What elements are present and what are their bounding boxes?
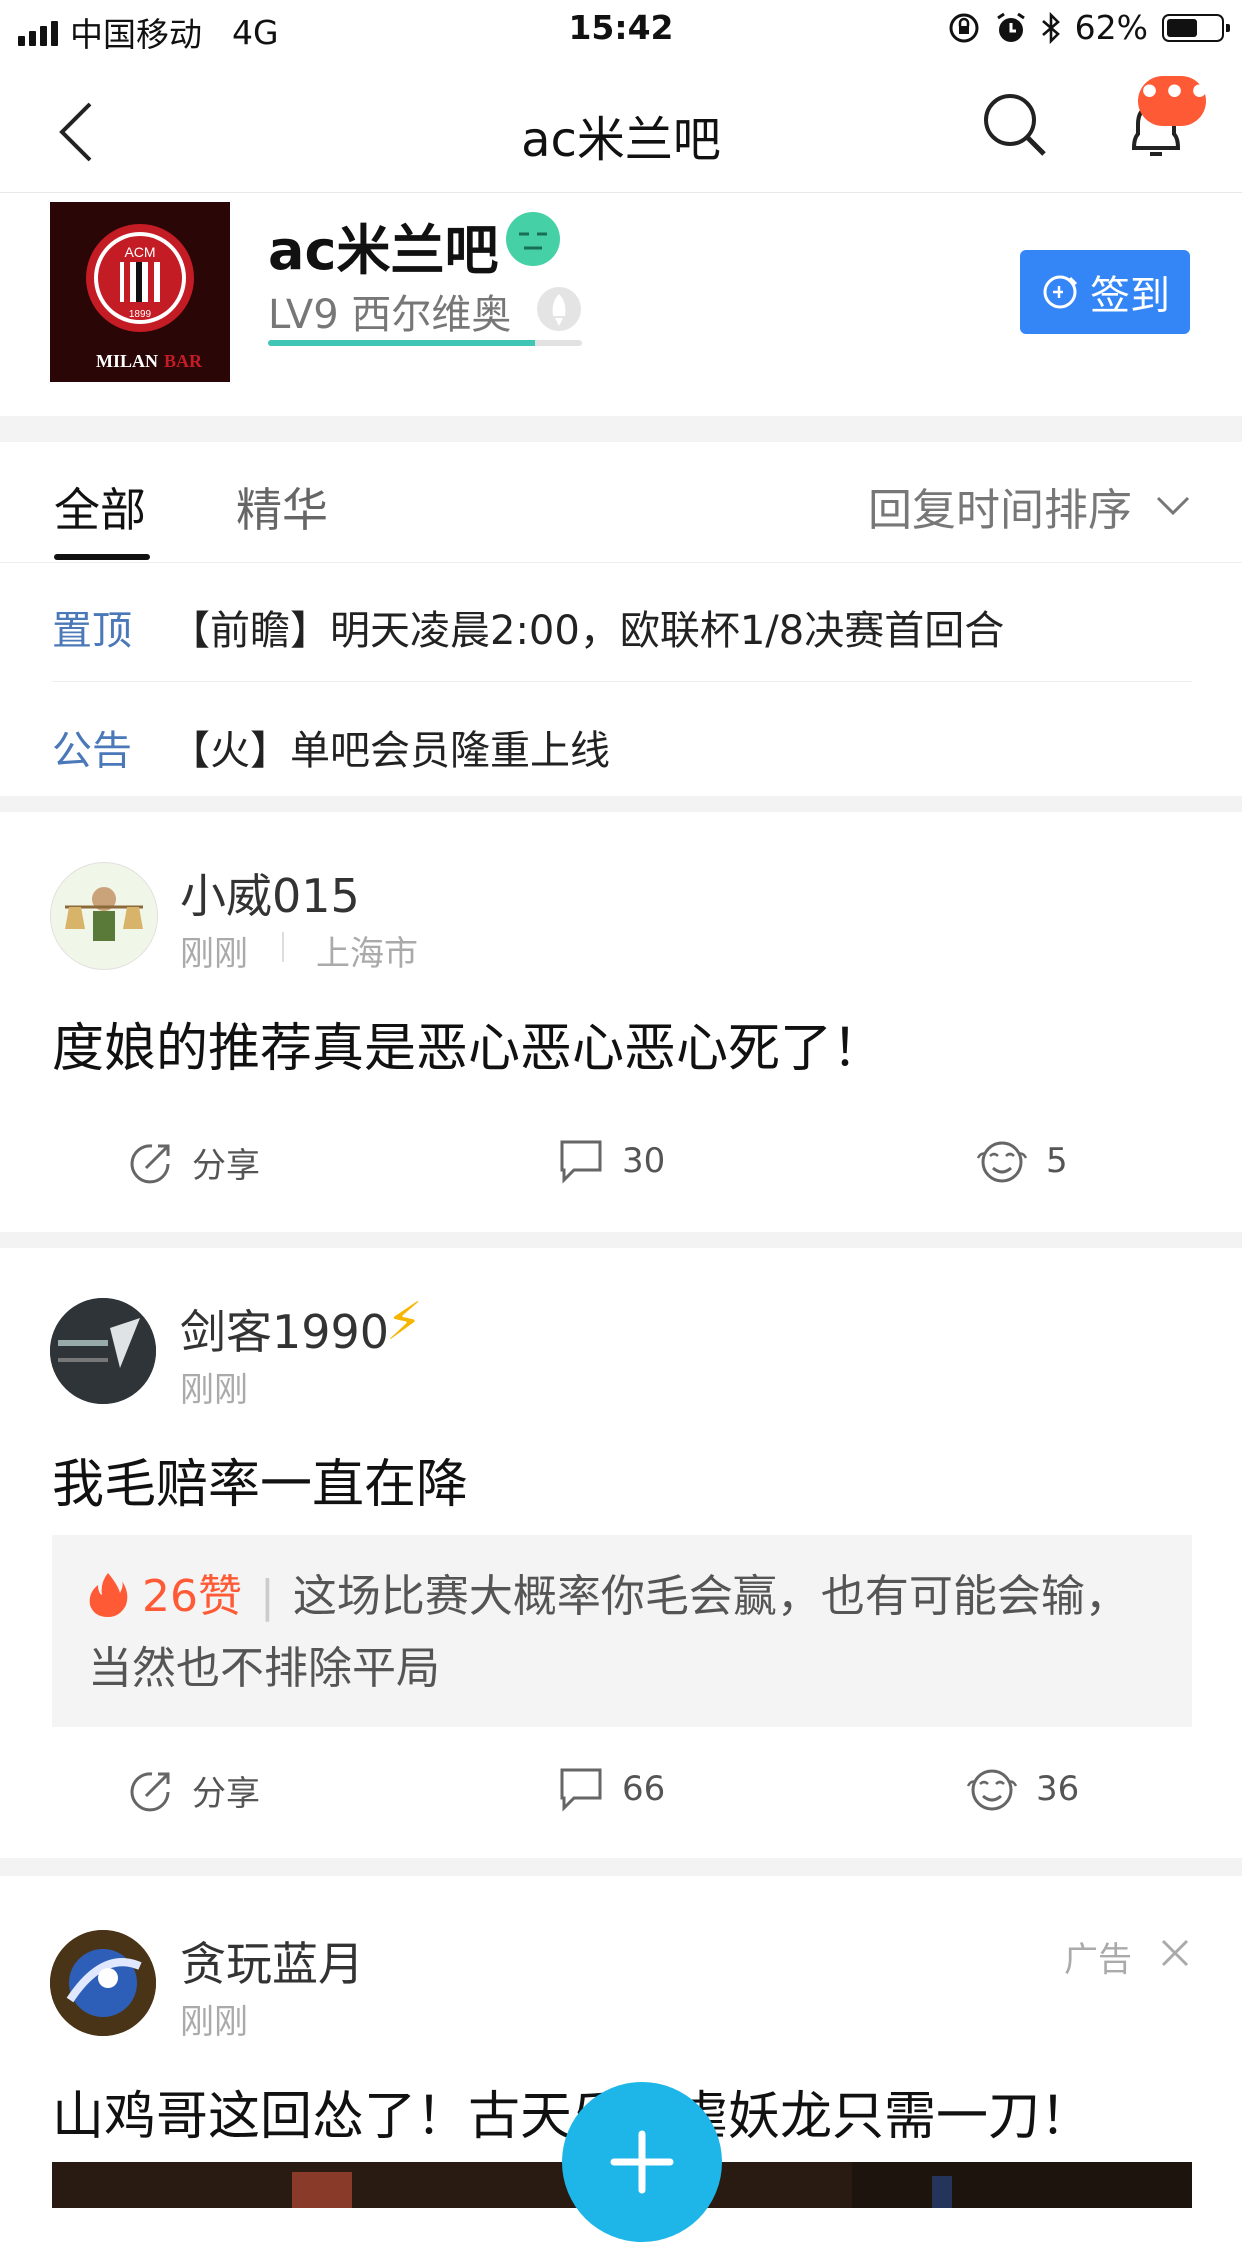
close-icon[interactable] [1160, 1938, 1190, 1968]
post-username[interactable]: 剑客1990 [180, 1296, 389, 1362]
avatar[interactable] [50, 1298, 156, 1404]
post-time: 刚刚 [180, 934, 248, 974]
share-label: 分享 [192, 1774, 260, 1814]
post-username[interactable]: 贪玩蓝月 [180, 1928, 364, 1994]
like-button[interactable]: 36 [966, 1766, 1079, 1812]
signin-icon [1043, 275, 1078, 309]
page-title: ac米兰吧 [521, 112, 721, 168]
comment-button[interactable]: 66 [558, 1766, 665, 1812]
post-time: 刚刚 [180, 2002, 248, 2042]
bluetooth-icon [1041, 11, 1060, 44]
comment-button[interactable]: 30 [558, 1138, 665, 1184]
quote-text-block: 26赞 | 这场比赛大概率你毛会赢，也有可能会输， 当然也不排除平局 [88, 1571, 1129, 1694]
rotation-lock-icon [949, 13, 979, 42]
rocket-icon [537, 287, 581, 331]
tab-active-underline [54, 554, 150, 560]
forum-name: ac米兰吧 [268, 219, 499, 282]
section-divider [0, 796, 1242, 812]
tab-bar: 全部 精华 回复时间排序 [0, 442, 1242, 563]
share-icon [130, 1143, 170, 1183]
comment-count: 66 [622, 1769, 666, 1809]
like-count: 5 [1046, 1141, 1068, 1181]
alarm-icon [996, 12, 1025, 42]
forum-logo: ACM 1899 MILAN BAR [50, 202, 230, 382]
notice-text: 【前瞻】明天凌晨2:00，欧联杯1/8决赛首回合 [170, 608, 1005, 654]
section-divider [0, 1232, 1242, 1248]
notice-tag: 置顶 [52, 608, 132, 654]
quote-text: 这场比赛大概率你毛会赢，也有可能会输， 当然也不排除平局 [88, 1571, 1129, 1694]
nav-bar: ac米兰吧 ••• [0, 62, 1242, 193]
like-button[interactable]: 5 [976, 1138, 1068, 1184]
notice-tag: 公告 [52, 728, 132, 774]
comment-icon [560, 1768, 602, 1812]
avatar[interactable] [50, 1930, 156, 2036]
forum-header: ACM 1899 MILAN BAR ac米兰吧 LV9 西尔维奥 签到 [0, 192, 1242, 416]
tab-featured[interactable]: 精华 [236, 474, 328, 540]
post-title[interactable]: 我毛赔率一直在降 [52, 1442, 468, 1517]
sort-label: 回复时间排序 [868, 485, 1132, 536]
post-title[interactable]: 度娘的推荐真是恶心恶心恶心死了！ [52, 1006, 884, 1081]
logo-year: 1899 [129, 309, 152, 320]
comment-count: 30 [622, 1141, 666, 1181]
signin-button[interactable]: 签到 [1020, 250, 1190, 334]
section-divider [0, 1858, 1242, 1876]
share-button[interactable]: 分享 [128, 1766, 260, 1815]
logo-text-top: ACM [124, 244, 155, 260]
level-face-icon [506, 212, 560, 266]
comment-icon [560, 1140, 602, 1184]
hot-count: 26赞 [142, 1571, 242, 1622]
sort-dropdown[interactable]: 回复时间排序 [868, 474, 1190, 538]
like-face-icon [976, 1141, 1028, 1183]
status-right: 62% [947, 8, 1230, 47]
signin-label: 签到 [1090, 273, 1170, 319]
share-label: 分享 [192, 1146, 260, 1186]
battery-icon [1162, 13, 1230, 42]
status-bar: 中国移动 4G 15:42 62% [0, 0, 1242, 62]
ad-label: 广告 [1064, 1940, 1132, 1980]
notice-text: 【火】单吧会员隆重上线 [170, 728, 610, 774]
post-location: 上海市 [316, 934, 418, 974]
post-card[interactable]: 小威015 刚刚 上海市 度娘的推荐真是恶心恶心恶心死了！ 分享 30 5 [0, 812, 1242, 1232]
share-icon [130, 1771, 170, 1811]
post-time: 刚刚 [180, 1370, 248, 1410]
announcement-notice[interactable]: 公告 【火】单吧会员隆重上线 [52, 682, 1192, 801]
like-face-icon [966, 1769, 1018, 1811]
logo-text-a: MILAN [96, 351, 158, 371]
meta-separator [282, 932, 284, 962]
level-progress [268, 340, 582, 346]
post-card[interactable]: 剑客1990 ⚡ 刚刚 我毛赔率一直在降 26赞 | 这场比赛大概率你毛会赢，也有可… [0, 1248, 1242, 1858]
hot-comment-quote[interactable]: 26赞 | 这场比赛大概率你毛会赢，也有可能会输， 当然也不排除平局 [52, 1535, 1192, 1727]
lightning-badge-icon: ⚡ [386, 1292, 423, 1352]
pinned-notice[interactable]: 置顶 【前瞻】明天凌晨2:00，欧联杯1/8决赛首回合 [52, 562, 1192, 682]
section-divider [0, 416, 1242, 442]
notification-badge: ••• [1138, 75, 1211, 126]
search-icon[interactable] [982, 92, 1048, 158]
tab-all[interactable]: 全部 [54, 474, 146, 540]
level-text: LV9 西尔维奥 [268, 292, 512, 338]
chevron-down-icon [1156, 496, 1190, 516]
like-count: 36 [1036, 1769, 1080, 1809]
share-button[interactable]: 分享 [128, 1138, 260, 1187]
post-username[interactable]: 小威015 [180, 860, 360, 926]
avatar[interactable] [50, 862, 158, 970]
new-post-fab[interactable] [562, 2082, 722, 2242]
battery-percent: 62% [1074, 8, 1148, 47]
plus-icon [610, 2130, 674, 2194]
logo-text-b: BAR [164, 351, 203, 371]
